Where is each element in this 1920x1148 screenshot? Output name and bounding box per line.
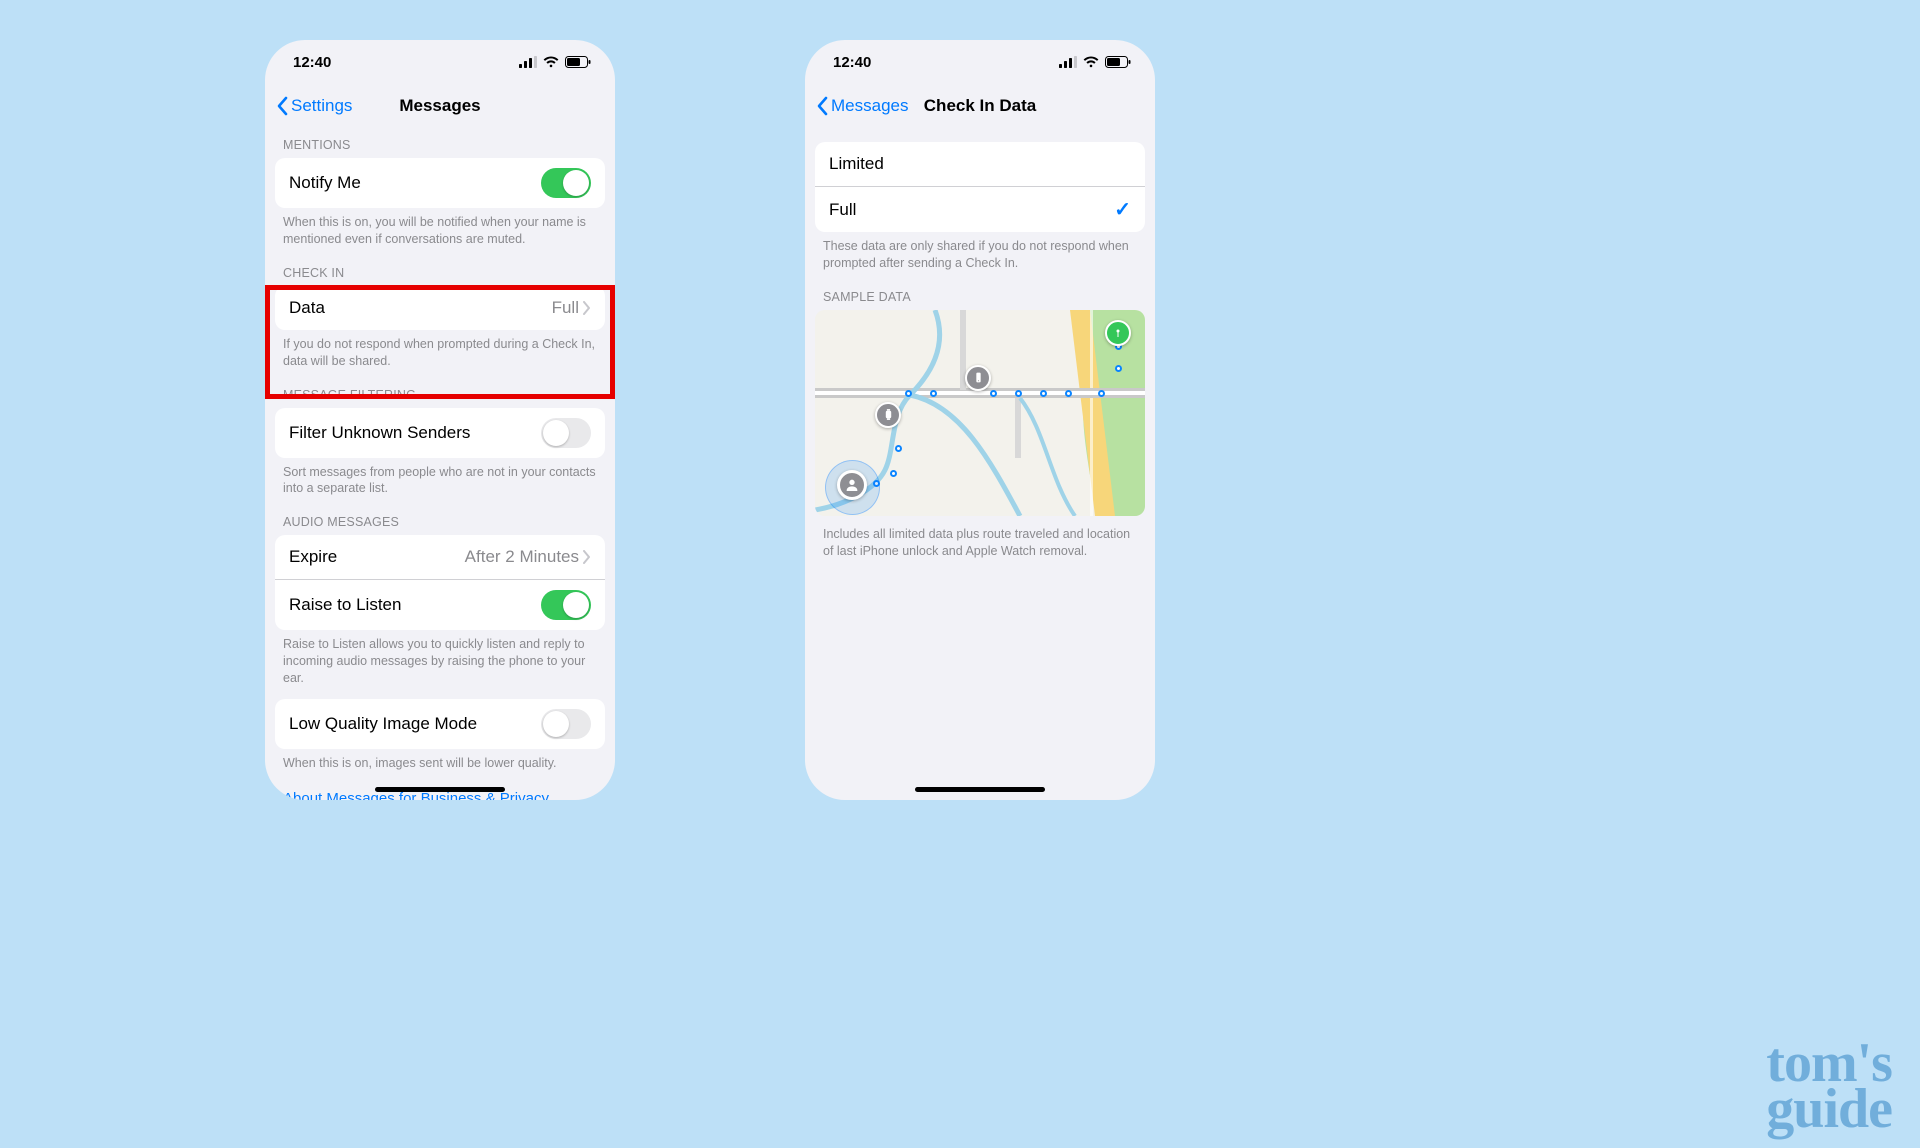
wifi-icon <box>543 56 559 68</box>
audio-footer: Raise to Listen allows you to quickly li… <box>265 630 615 687</box>
checkin-data-value: Full <box>552 298 579 318</box>
back-button[interactable]: Messages <box>815 96 908 116</box>
status-icons <box>1059 56 1131 68</box>
filter-unknown-toggle[interactable] <box>541 418 591 448</box>
nav-bar: Messages Check In Data <box>805 84 1155 128</box>
cellular-icon <box>1059 56 1077 68</box>
route-dot <box>1040 390 1047 397</box>
audio-header: AUDIO MESSAGES <box>265 497 615 535</box>
route-dot <box>905 390 912 397</box>
lowquality-footer: When this is on, images sent will be low… <box>265 749 615 772</box>
status-bar: 12:40 <box>265 40 615 84</box>
status-icons <box>519 56 591 68</box>
route-dot <box>1015 390 1022 397</box>
chevron-left-icon <box>275 96 289 116</box>
route-dot <box>890 470 897 477</box>
raise-to-listen-row[interactable]: Raise to Listen <box>275 579 605 630</box>
option-limited-row[interactable]: Limited <box>815 142 1145 186</box>
option-full-row[interactable]: Full ✓ <box>815 186 1145 232</box>
audio-group: Expire After 2 Minutes Raise to Listen <box>275 535 605 630</box>
destination-pin <box>1105 320 1131 346</box>
phone-messages-settings: 12:40 Settings Messages MENTIONS Notify … <box>265 40 615 800</box>
settings-content: MENTIONS Notify Me When this is on, you … <box>265 128 615 800</box>
back-button[interactable]: Settings <box>275 96 352 116</box>
route-dot <box>1098 390 1105 397</box>
route-dot <box>990 390 997 397</box>
expire-row[interactable]: Expire After 2 Minutes <box>275 535 605 579</box>
sample-header: SAMPLE DATA <box>805 272 1155 310</box>
checkin-content: Limited Full ✓ These data are only share… <box>805 128 1155 570</box>
expire-value: After 2 Minutes <box>465 547 579 567</box>
back-label: Settings <box>291 96 352 116</box>
phone-checkin-data: 12:40 Messages Check In Data Limited Ful… <box>805 40 1155 800</box>
low-quality-toggle[interactable] <box>541 709 591 739</box>
back-label: Messages <box>831 96 908 116</box>
home-indicator[interactable] <box>375 787 505 792</box>
options-group: Limited Full ✓ <box>815 142 1145 232</box>
checkin-data-label: Data <box>289 298 325 318</box>
checkin-header: CHECK IN <box>265 248 615 286</box>
checkin-data-row[interactable]: Data Full <box>275 286 605 330</box>
lowquality-group: Low Quality Image Mode <box>275 699 605 749</box>
chevron-left-icon <box>815 96 829 116</box>
status-time: 12:40 <box>833 54 871 71</box>
iphone-unlock-pin <box>965 365 991 391</box>
watermark: tom's guide <box>1766 1042 1892 1130</box>
cellular-icon <box>519 56 537 68</box>
route-dot <box>1115 365 1122 372</box>
filter-unknown-row[interactable]: Filter Unknown Senders <box>275 408 605 458</box>
sample-footer: Includes all limited data plus route tra… <box>805 516 1155 560</box>
route-dot <box>895 445 902 452</box>
person-location-pin <box>837 470 867 500</box>
wifi-icon <box>1083 56 1099 68</box>
route-dot <box>1065 390 1072 397</box>
mentions-group: Notify Me <box>275 158 605 208</box>
battery-icon <box>1105 56 1131 68</box>
notify-me-toggle[interactable] <box>541 168 591 198</box>
checkin-footer: If you do not respond when prompted duri… <box>265 330 615 370</box>
option-limited-label: Limited <box>829 154 884 174</box>
home-indicator[interactable] <box>915 787 1045 792</box>
chevron-right-icon <box>583 301 591 315</box>
watch-removal-pin <box>875 402 901 428</box>
low-quality-label: Low Quality Image Mode <box>289 714 477 734</box>
status-time: 12:40 <box>293 54 331 71</box>
mentions-header: MENTIONS <box>265 128 615 158</box>
notify-me-row[interactable]: Notify Me <box>275 158 605 208</box>
filter-unknown-label: Filter Unknown Senders <box>289 423 470 443</box>
checkmark-icon: ✓ <box>1114 197 1131 222</box>
filtering-footer: Sort messages from people who are not in… <box>265 458 615 498</box>
filtering-group: Filter Unknown Senders <box>275 408 605 458</box>
about-messages-link[interactable]: About Messages for Business & Privacy <box>265 772 615 800</box>
raise-toggle[interactable] <box>541 590 591 620</box>
low-quality-row[interactable]: Low Quality Image Mode <box>275 699 605 749</box>
expire-label: Expire <box>289 547 337 567</box>
options-footer: These data are only shared if you do not… <box>805 232 1155 272</box>
option-full-label: Full <box>829 200 856 220</box>
watermark-line2: guide <box>1766 1088 1892 1130</box>
chevron-right-icon <box>583 550 591 564</box>
filtering-header: MESSAGE FILTERING <box>265 370 615 408</box>
nav-bar: Settings Messages <box>265 84 615 128</box>
battery-icon <box>565 56 591 68</box>
raise-label: Raise to Listen <box>289 595 401 615</box>
sample-map <box>815 310 1145 516</box>
route-dot <box>930 390 937 397</box>
checkin-group: Data Full <box>275 286 605 330</box>
mentions-footer: When this is on, you will be notified wh… <box>265 208 615 248</box>
notify-me-label: Notify Me <box>289 173 361 193</box>
status-bar: 12:40 <box>805 40 1155 84</box>
